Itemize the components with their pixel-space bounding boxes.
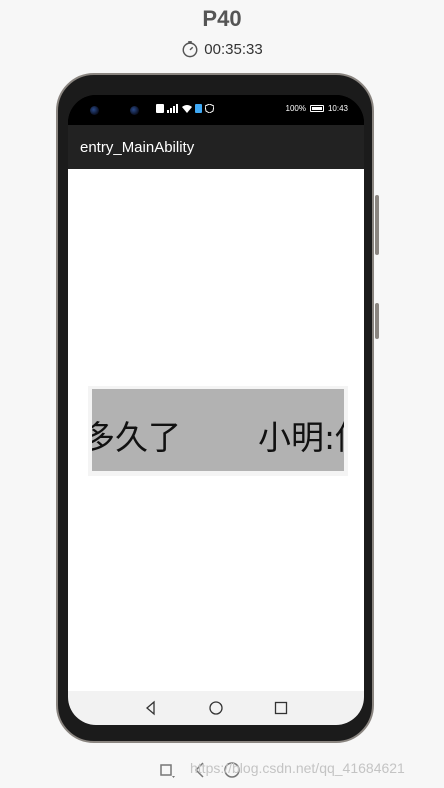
battery-percent: 100%	[285, 104, 306, 113]
wifi-icon	[182, 105, 192, 113]
marquee-text-view[interactable]: 多久了 小明:你	[92, 389, 344, 471]
stopwatch-icon	[182, 41, 198, 58]
recents-icon[interactable]	[273, 700, 289, 716]
battery-icon	[309, 105, 324, 112]
phone-screen: 100% 10:43 entry_MainAbility 多久了 小明:你	[68, 95, 364, 725]
status-bar: 100% 10:43	[68, 95, 364, 125]
app-content: 多久了 小明:你	[68, 169, 364, 691]
clock: 10:43	[327, 104, 348, 113]
device-name: P40	[202, 6, 242, 31]
phone-frame: 100% 10:43 entry_MainAbility 多久了 小明:你	[56, 73, 379, 743]
navigation-bar	[68, 691, 364, 725]
front-camera-icon	[90, 106, 99, 115]
rotate-screen-icon[interactable]	[158, 760, 178, 780]
watermark: https://blog.csdn.net/qq_41684621	[190, 760, 405, 776]
session-timer: 00:35:33	[0, 40, 444, 58]
marquee-container: 多久了 小明:你	[88, 386, 348, 476]
app-notification-icon	[195, 104, 202, 113]
home-icon[interactable]	[208, 700, 224, 716]
hd-icon	[156, 104, 164, 113]
shield-icon	[205, 104, 214, 113]
signal-icon	[167, 104, 178, 113]
status-right: 100% 10:43	[286, 104, 349, 113]
app-title-bar: entry_MainAbility	[68, 125, 364, 169]
power-button[interactable]	[375, 303, 379, 339]
front-camera-2-icon	[130, 106, 139, 115]
simulator-page: P40 00:35:33 100% 10:43 entry_MainAbilit…	[0, 0, 444, 788]
marquee-text-segment-a: 多久了	[92, 418, 181, 457]
app-title: entry_MainAbility	[80, 138, 195, 156]
timer-value: 00:35:33	[204, 40, 263, 58]
volume-button[interactable]	[375, 195, 379, 255]
status-icons	[156, 104, 214, 113]
back-icon[interactable]	[143, 700, 159, 716]
marquee-text-segment-b: 小明:你	[258, 418, 344, 457]
